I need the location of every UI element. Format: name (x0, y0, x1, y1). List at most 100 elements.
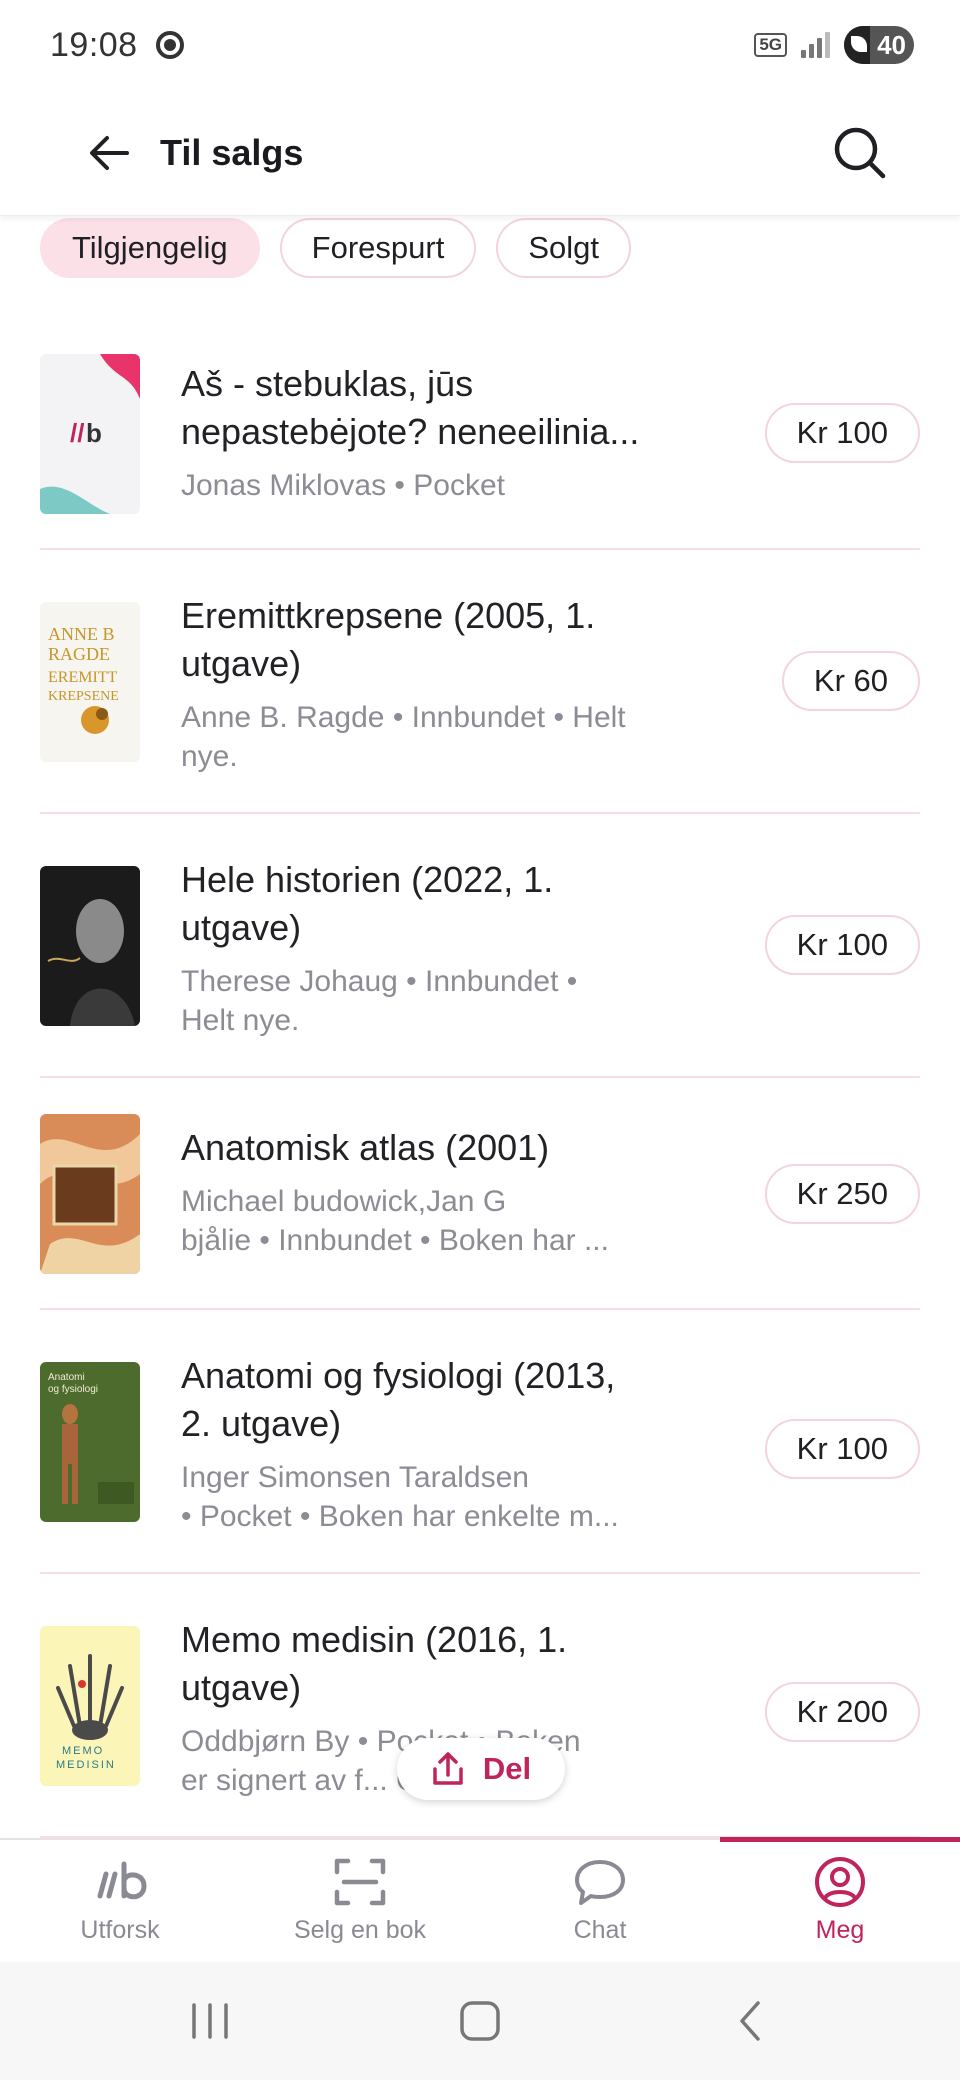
bottom-nav: Utforsk Selg en bok Chat Meg (0, 1837, 960, 1962)
svg-text://: // (70, 418, 84, 448)
cover-text-line: og fysiologi (48, 1384, 98, 1395)
recent-apps-icon (192, 2003, 228, 2039)
recording-icon (155, 31, 184, 59)
back-button[interactable] (84, 128, 134, 178)
item-title: utgave) (181, 1667, 302, 1708)
search-button[interactable] (830, 123, 890, 183)
item-title: 2. utgave) (181, 1403, 342, 1444)
svg-text:b: b (86, 418, 102, 448)
item-title: Anatomisk atlas (2001) (181, 1127, 550, 1168)
nav-label: Meg (815, 1916, 865, 1944)
nav-item-selg-en-bok[interactable]: Selg en bok (240, 1840, 480, 1962)
home-icon (460, 2001, 500, 2041)
power-saving-icon (851, 36, 867, 52)
item-meta: Anne B. Ragde • Innbundet • Helt (181, 701, 626, 734)
status-bar: 19:08 5G 40 (0, 0, 960, 90)
arrow-left-icon (90, 135, 129, 170)
network-type-icon: 5G (754, 33, 787, 57)
recent-apps-button[interactable] (75, 2001, 345, 2041)
home-button[interactable] (345, 1999, 615, 2043)
item-title: Aš - stebuklas, jūs (181, 363, 474, 404)
cover-text-line: RAGDE (48, 644, 110, 664)
list-item[interactable]: Hele historien (2022, 1. utgave) Therese… (40, 814, 920, 1078)
list-item[interactable]: Anatomisk atlas (2001) Michael budowick,… (40, 1078, 920, 1310)
price-badge[interactable]: Kr 100 (764, 915, 920, 975)
book-cover: ANNE B RAGDE EREMITT KREPSENE (40, 602, 140, 762)
lb-logo-icon (90, 1856, 150, 1908)
book-cover: Anatomi og fysiologi (40, 1362, 140, 1522)
chevron-left-icon (740, 2001, 760, 2041)
cover-portrait-icon (47, 899, 135, 1026)
list-item[interactable]: ANNE B RAGDE EREMITT KREPSENE Eremittkre… (40, 550, 920, 814)
profile-icon (814, 1856, 866, 1908)
item-meta: nye. (181, 740, 238, 773)
item-info: Anatomi og fysiologi (2013, 2. utgave) I… (181, 1352, 756, 1536)
item-info: Eremittkrepsene (2005, 1. utgave) Anne B… (181, 592, 756, 776)
item-title: utgave) (181, 643, 302, 684)
item-info: Hele historien (2022, 1. utgave) Therese… (181, 856, 756, 1040)
cover-text-line: ANNE B (48, 624, 115, 644)
share-button[interactable]: Del (397, 1738, 565, 1800)
placeholder-cover-icon: // b (40, 354, 140, 514)
item-meta: Therese Johaug • Innbundet • (181, 965, 578, 998)
page-title: Til salgs (160, 131, 304, 173)
cover-art-icon: ANNE B RAGDE EREMITT KREPSENE (48, 624, 119, 734)
battery-level: 40 (877, 29, 906, 60)
status-time: 19:08 (50, 25, 138, 64)
cover-skeleton-icon: Anatomi og fysiologi (48, 1372, 134, 1504)
book-cover (40, 866, 140, 1026)
nav-label: Selg en bok (293, 1916, 427, 1944)
cover-anatomy-icon (40, 1114, 140, 1274)
item-title: utgave) (181, 907, 302, 948)
cover-text-line: EREMITT (48, 669, 118, 686)
price-badge[interactable]: Kr 100 (764, 1419, 920, 1479)
cover-text-line: MEMO (62, 1745, 104, 1757)
item-title: Hele historien (2022, 1. (181, 859, 554, 900)
book-cover (40, 1114, 140, 1274)
nav-item-meg[interactable]: Meg (720, 1837, 960, 1962)
battery-icon: 40 (844, 26, 914, 64)
signal-icon (801, 32, 830, 58)
system-nav-bar (0, 1962, 960, 2080)
item-meta: Inger Simonsen Taraldsen (181, 1461, 529, 1494)
item-title: Memo medisin (2016, 1. (181, 1619, 568, 1660)
nav-label: Utforsk (80, 1916, 160, 1944)
filter-chip-forespurt[interactable]: Forespurt (279, 218, 477, 278)
share-label: Del (482, 1751, 532, 1786)
item-title: nepastebėjote? neneeilinia... (181, 411, 640, 452)
filter-chips: Tilgjengelig Forespurt Solgt (40, 218, 632, 278)
item-meta: bjålie • Innbundet • Boken har ... (181, 1224, 609, 1257)
item-meta: Michael budowick,Jan G (181, 1185, 507, 1218)
item-title: Eremittkrepsene (2005, 1. (181, 595, 596, 636)
item-meta: • Pocket • Boken har enkelte m... (181, 1500, 619, 1533)
cover-text-line: Anatomi (48, 1372, 85, 1383)
price-badge[interactable]: Kr 250 (764, 1164, 920, 1224)
cover-hand-xray-icon: MEMO MEDISIN (56, 1654, 124, 1771)
filter-chip-solgt[interactable]: Solgt (496, 218, 632, 278)
scan-icon (334, 1856, 386, 1908)
item-info: Anatomisk atlas (2001) Michael budowick,… (181, 1124, 756, 1260)
book-cover: // b (40, 354, 140, 514)
app-header: Til salgs (0, 90, 960, 216)
nav-item-chat[interactable]: Chat (480, 1840, 720, 1962)
list-item[interactable]: // b Aš - stebuklas, jūs nepastebėjote? … (40, 300, 920, 550)
price-badge[interactable]: Kr 100 (764, 403, 920, 463)
cover-text-line: MEDISIN (56, 1759, 116, 1771)
price-badge[interactable]: Kr 60 (781, 651, 920, 711)
book-cover: MEMO MEDISIN (40, 1626, 140, 1786)
chat-bubble-icon (573, 1856, 627, 1908)
filter-chip-tilgjengelig[interactable]: Tilgjengelig (40, 218, 260, 278)
share-icon (433, 1752, 463, 1785)
cover-text-line: KREPSENE (48, 689, 119, 704)
status-indicators: 5G 40 (754, 26, 914, 64)
item-meta: Jonas Miklovas • Pocket (181, 469, 505, 502)
list-item[interactable]: Anatomi og fysiologi Anatomi og fysiolog… (40, 1310, 920, 1574)
system-back-button[interactable] (615, 1999, 885, 2043)
item-info: Aš - stebuklas, jūs nepastebėjote? nenee… (181, 360, 756, 505)
item-meta: Helt nye. (181, 1004, 300, 1037)
book-list: // b Aš - stebuklas, jūs nepastebėjote? … (40, 300, 920, 1838)
nav-label: Chat (573, 1916, 627, 1944)
price-badge[interactable]: Kr 200 (764, 1682, 920, 1742)
item-title: Anatomi og fysiologi (2013, (181, 1355, 616, 1396)
nav-item-utforsk[interactable]: Utforsk (0, 1840, 240, 1962)
